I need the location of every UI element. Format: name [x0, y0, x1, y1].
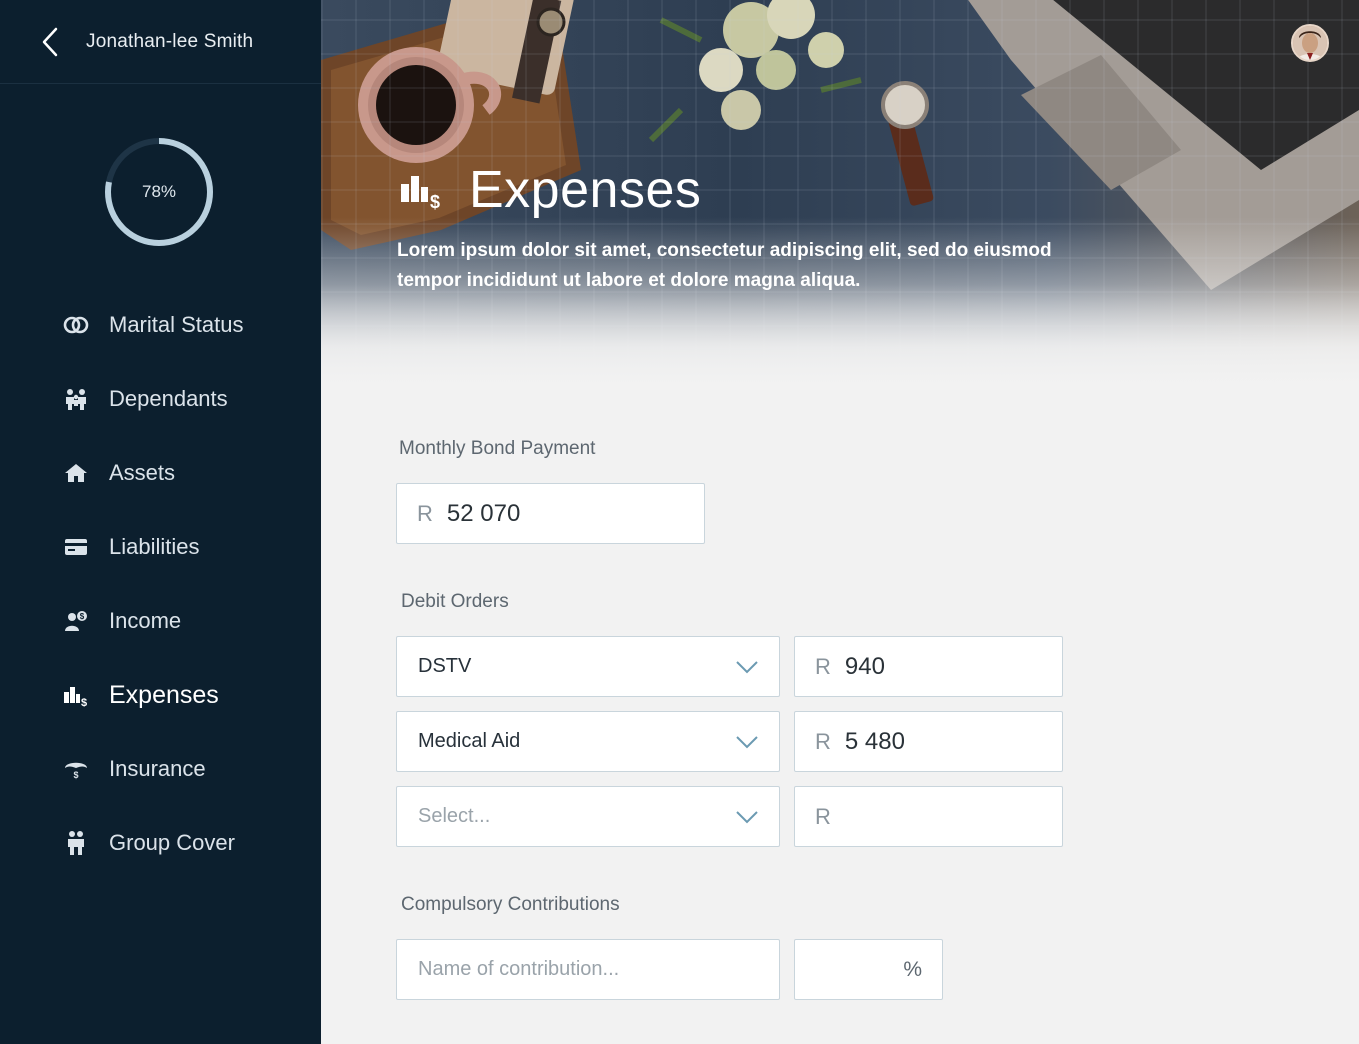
expenses-icon: $ [401, 176, 440, 210]
sidebar-item-label: Assets [109, 460, 176, 485]
sidebar-item-dependants[interactable]: Dependants [0, 362, 321, 436]
sidebar-item-label: Insurance [109, 756, 206, 781]
sidebar-item-expenses[interactable]: $ Expenses [0, 658, 321, 732]
bond-label: Monthly Bond Payment [399, 438, 596, 459]
select-value: DSTV [418, 655, 472, 677]
group-icon [62, 829, 90, 857]
sidebar-item-label: Liabilities [109, 534, 200, 559]
sidebar-nav: Marital Status Dependants Assets Liabili… [0, 288, 321, 880]
page-description: Lorem ipsum dolor sit amet, consectetur … [397, 240, 1052, 291]
chevron-down-icon [736, 735, 758, 748]
sidebar-item-group-cover[interactable]: Group Cover [0, 806, 321, 880]
debit-order-amount-2[interactable]: R 5 480 [794, 711, 1063, 772]
contribution-name-field[interactable]: Name of contribution... [396, 939, 780, 1000]
amount-value: 5 480 [844, 727, 905, 755]
currency-symbol: R [417, 500, 433, 526]
svg-text:$: $ [81, 697, 87, 707]
contribution-name-placeholder: Name of contribution... [418, 958, 620, 980]
sidebar-item-marital-status[interactable]: Marital Status [0, 288, 321, 362]
chevron-down-icon [736, 810, 758, 823]
debit-order-amount-1[interactable]: R 940 [794, 636, 1063, 697]
sidebar-item-label: Income [109, 608, 182, 633]
debit-order-select-3[interactable]: Select... [396, 786, 780, 847]
umbrella-icon: $ [62, 755, 90, 783]
user-name: Jonathan-lee Smith [86, 30, 254, 52]
debit-order-select-1[interactable]: DSTV [396, 636, 780, 697]
hero-banner: $ Expenses Lorem ipsum dolor sit amet, c… [321, 0, 1359, 395]
sidebar-item-label: Dependants [109, 386, 228, 411]
select-placeholder: Select... [418, 805, 491, 827]
percent-symbol: % [903, 957, 922, 981]
sidebar-item-label: Group Cover [109, 830, 235, 855]
sidebar-item-assets[interactable]: Assets [0, 436, 321, 510]
hero-title-row: $ Expenses [399, 160, 701, 220]
sidebar-item-income[interactable]: $ Income [0, 584, 321, 658]
currency-symbol: R [815, 803, 831, 829]
sidebar: Jonathan-lee Smith 78% Marital Status De… [0, 0, 321, 1044]
back-button[interactable] [30, 22, 70, 62]
amount-value: 940 [844, 652, 885, 680]
sidebar-header: Jonathan-lee Smith [0, 0, 321, 84]
progress-label: 78% [141, 182, 177, 201]
svg-text:$: $ [430, 192, 440, 210]
chevron-left-icon [42, 27, 58, 56]
currency-symbol: R [815, 653, 831, 679]
progress-ring: 78% [103, 136, 215, 248]
chevron-down-icon [736, 660, 758, 673]
bond-amount-field[interactable]: R 52 070 [396, 483, 705, 544]
sidebar-item-insurance[interactable]: $ Insurance [0, 732, 321, 806]
svg-text:$: $ [73, 770, 78, 780]
page-title: Expenses [469, 161, 702, 219]
sidebar-item-label: Expenses [109, 680, 219, 709]
select-value: Medical Aid [418, 730, 521, 752]
expenses-icon: $ [62, 681, 90, 709]
contribution-percent-field[interactable]: % [794, 939, 943, 1000]
home-icon [62, 459, 90, 487]
rings-icon [62, 311, 90, 339]
user-avatar-icon [1293, 26, 1327, 60]
debit-order-amount-3[interactable]: R [794, 786, 1063, 847]
income-icon: $ [62, 607, 90, 635]
family-icon [62, 385, 90, 413]
debit-orders-label: Debit Orders [401, 591, 509, 612]
svg-text:$: $ [80, 612, 85, 621]
debit-order-select-2[interactable]: Medical Aid [396, 711, 780, 772]
sidebar-item-label: Marital Status [109, 312, 244, 337]
avatar[interactable] [1291, 24, 1329, 62]
bond-amount-value: 52 070 [446, 499, 521, 527]
compulsory-contributions-label: Compulsory Contributions [401, 894, 620, 915]
sidebar-item-liabilities[interactable]: Liabilities [0, 510, 321, 584]
currency-symbol: R [815, 728, 831, 754]
card-icon [62, 533, 90, 561]
